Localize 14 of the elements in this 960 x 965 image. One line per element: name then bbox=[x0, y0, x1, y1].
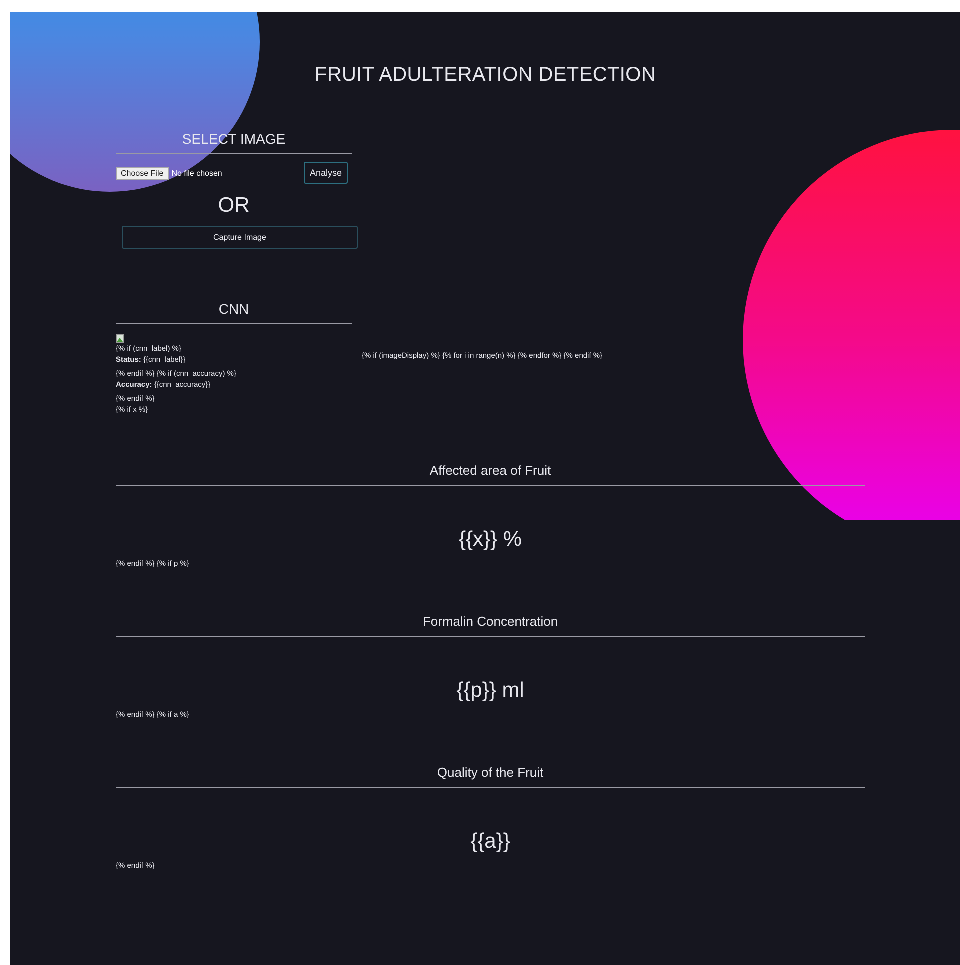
file-status: No file chosen bbox=[172, 168, 222, 178]
or-label: OR bbox=[217, 194, 251, 218]
section-heading: Quality of the Fruit bbox=[436, 765, 545, 780]
section-heading: Formalin Concentration bbox=[422, 614, 560, 629]
section-heading: CNN bbox=[218, 301, 250, 317]
result-value: {{x}} % bbox=[458, 528, 524, 552]
page-title: FRUIT ADULTERATION DETECTION bbox=[314, 63, 658, 87]
capture-image-button[interactable]: Capture Image bbox=[122, 226, 358, 249]
result-value: {{a}} bbox=[470, 830, 512, 854]
broken-image-icon bbox=[116, 334, 124, 343]
analyse-button[interactable]: Analyse bbox=[304, 162, 348, 184]
choose-file-button[interactable]: Choose File bbox=[116, 166, 169, 180]
section-heading: Affected area of Fruit bbox=[428, 463, 552, 478]
result-value: {{p}} ml bbox=[456, 679, 526, 703]
